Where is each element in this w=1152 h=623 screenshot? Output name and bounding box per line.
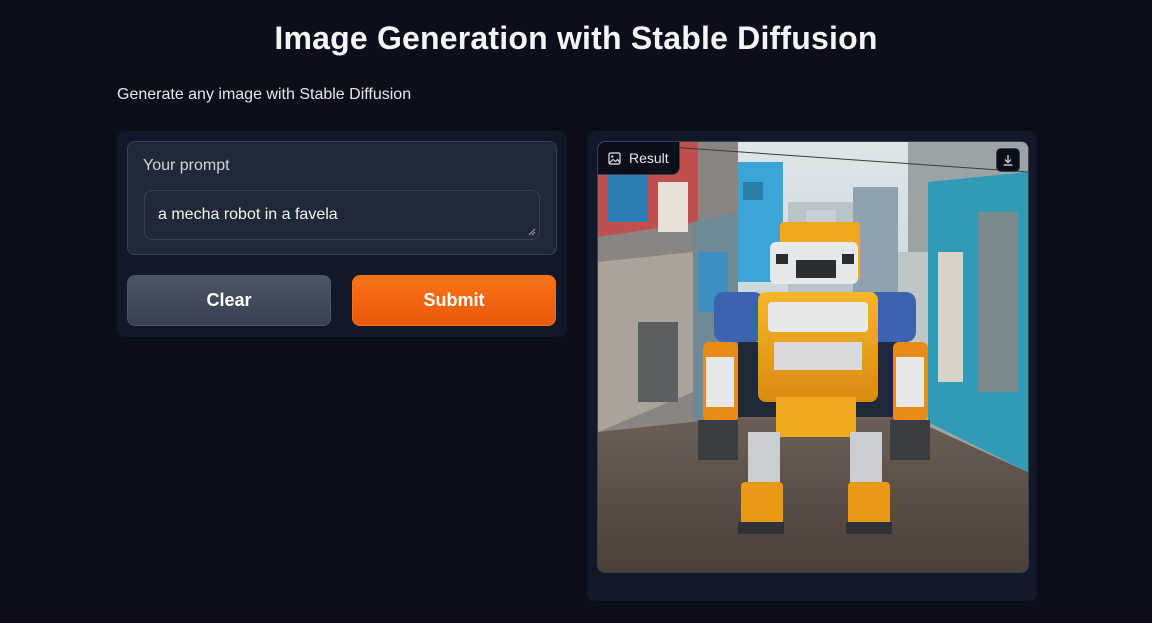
download-button[interactable] xyxy=(996,148,1020,172)
output-panel: Result xyxy=(587,131,1037,601)
clear-button[interactable]: Clear xyxy=(127,275,331,326)
image-icon xyxy=(608,151,621,165)
page-title: Image Generation with Stable Diffusion xyxy=(274,20,878,56)
input-panel: Your prompt a mecha robot in a favela Cl… xyxy=(117,131,567,337)
resize-handle-icon[interactable] xyxy=(528,228,536,236)
submit-button[interactable]: Submit xyxy=(352,275,556,326)
prompt-text: a mecha robot in a favela xyxy=(158,206,338,223)
result-label-text: Result xyxy=(629,150,669,166)
result-label: Result xyxy=(598,142,680,175)
download-icon xyxy=(1003,155,1013,166)
prompt-block: Your prompt a mecha robot in a favela xyxy=(127,141,557,255)
generated-image xyxy=(598,142,1028,572)
prompt-textarea[interactable]: a mecha robot in a favela xyxy=(144,190,540,240)
page-description: Generate any image with Stable Diffusion xyxy=(117,86,412,103)
prompt-label: Your prompt xyxy=(143,157,230,174)
result-image-frame: Result xyxy=(597,141,1029,573)
